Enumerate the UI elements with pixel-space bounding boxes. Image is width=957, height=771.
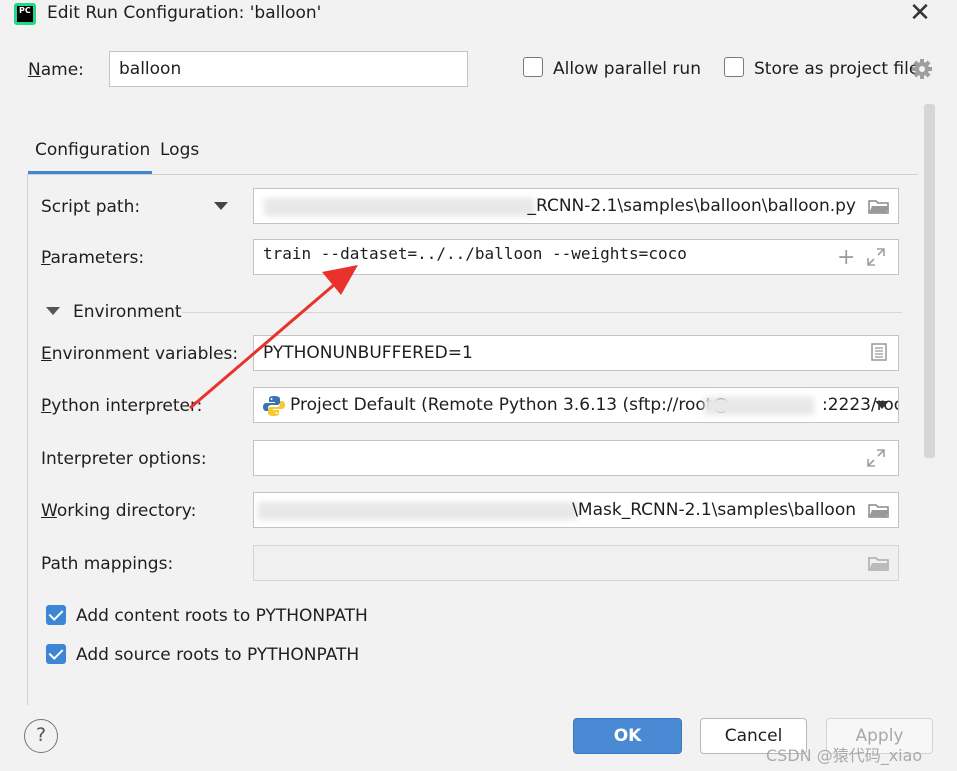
help-button[interactable]: ? <box>24 719 58 753</box>
annotation-arrow <box>189 265 358 410</box>
watermark: CSDN @猿代码_xiao <box>766 746 923 765</box>
ok-button[interactable]: OK <box>573 718 682 754</box>
